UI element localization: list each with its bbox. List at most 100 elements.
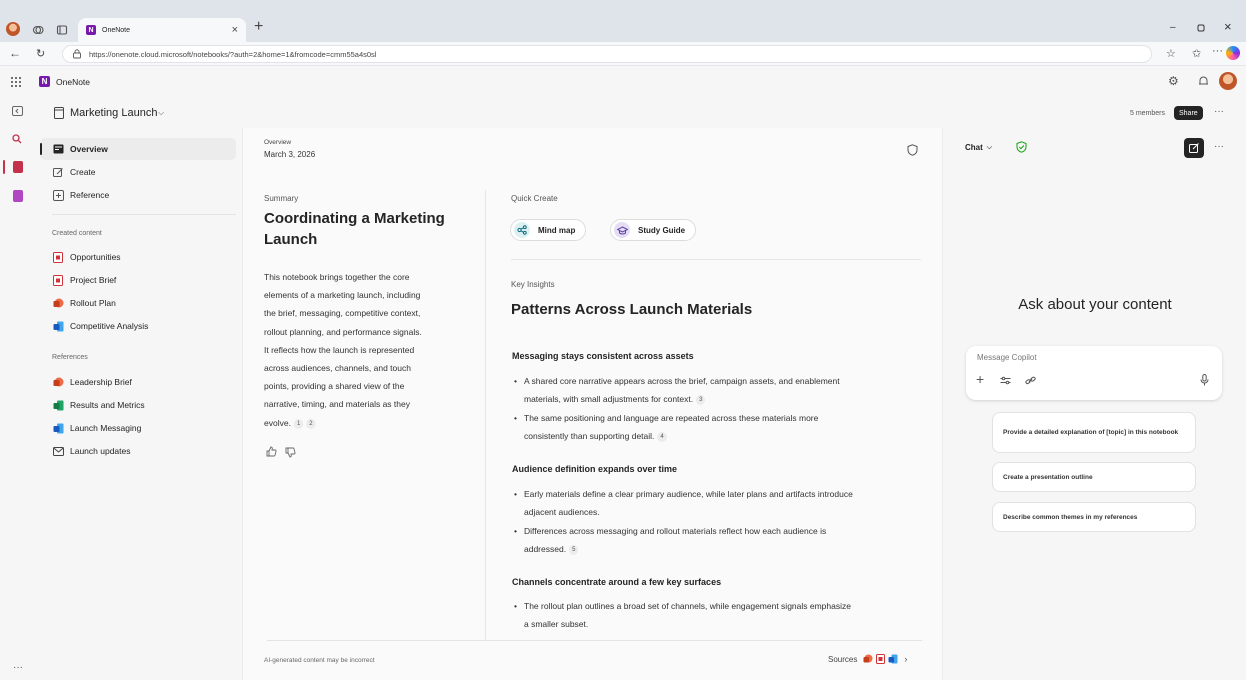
mind-map-label: Mind map — [538, 225, 576, 235]
workspaces-icon[interactable] — [32, 24, 44, 36]
powerpoint-file-icon — [52, 297, 64, 309]
reference-item[interactable]: Results and Metrics — [52, 395, 145, 415]
more-options-icon[interactable]: ··· — [1214, 106, 1224, 117]
nav-overview[interactable]: Overview — [52, 139, 108, 159]
nav-label: Results and Metrics — [70, 400, 145, 410]
insight-heading: Channels concentrate around a few key su… — [512, 577, 722, 587]
notebook-pink-icon[interactable] — [13, 161, 23, 173]
browser-tab-onenote[interactable]: N OneNote × — [78, 18, 246, 42]
profile-avatar-icon[interactable] — [6, 22, 20, 36]
restore-icon[interactable] — [1196, 23, 1206, 33]
site-info-icon[interactable] — [72, 49, 82, 59]
bullet-line: A shared core narrative appears across t… — [524, 376, 840, 386]
suggestion-button[interactable]: Describe common themes in my references — [992, 502, 1196, 532]
nav-create[interactable]: Create — [52, 162, 96, 182]
summary-line: elements of a marketing launch, includin… — [264, 290, 421, 301]
mind-map-icon — [514, 222, 530, 238]
summary-line: narrative, timing, and materials as they — [264, 399, 410, 410]
compose-icon — [1189, 143, 1199, 153]
shield-icon[interactable] — [907, 144, 918, 156]
settings-icon[interactable]: ⚙ — [1168, 74, 1179, 88]
thumbs-up-icon[interactable] — [266, 446, 277, 457]
bullet-line: addressed. 5 — [524, 540, 919, 558]
nav-label: Project Brief — [70, 275, 117, 285]
more-rail-icon[interactable]: ··· — [13, 662, 23, 673]
summary-line: the brief, messaging, competitive contex… — [264, 308, 421, 319]
tab-actions-icon[interactable] — [56, 24, 68, 36]
suggestion-button[interactable]: Provide a detailed explanation of [topic… — [992, 412, 1196, 453]
url-field[interactable]: https://onenote.cloud.microsoft/notebook… — [62, 45, 1152, 63]
citation-badge[interactable]: 3 — [696, 395, 706, 405]
overview-page: Overview March 3, 2026 Summary Coordinat… — [242, 128, 943, 680]
notifications-icon[interactable] — [1198, 75, 1209, 87]
nav-label: Launch Messaging — [70, 423, 142, 433]
new-chat-button[interactable] — [1184, 138, 1204, 158]
bullet-line-text: materials, with small adjustments for co… — [524, 394, 694, 404]
chevron-down-icon: ⌵ — [986, 143, 993, 151]
close-tab-icon[interactable]: × — [232, 24, 238, 36]
study-guide-button[interactable]: Study Guide — [610, 219, 697, 241]
sources-button[interactable]: Sources › — [828, 654, 907, 664]
nav-label: Opportunities — [70, 252, 121, 262]
sliders-icon[interactable] — [1000, 376, 1011, 385]
minimize-icon[interactable]: – — [1170, 22, 1176, 33]
ask-title: Ask about your content — [1018, 296, 1172, 313]
citation-badge[interactable]: 1 — [293, 418, 304, 429]
nav-label: Overview — [70, 144, 108, 154]
collapse-pane-icon[interactable] — [12, 106, 23, 116]
chat-mode-dropdown[interactable]: Chat ⌵ — [965, 143, 992, 152]
chat-label: Chat — [965, 143, 983, 152]
summary-line: This notebook brings together the core — [264, 272, 410, 282]
created-item[interactable]: Rollout Plan — [52, 293, 116, 313]
add-icon[interactable]: + — [976, 371, 984, 387]
summary-line: evolve. 1 2 — [264, 414, 474, 432]
reference-item[interactable]: Launch Messaging — [52, 418, 141, 438]
close-window-icon[interactable]: × — [1224, 19, 1232, 34]
account-avatar[interactable] — [1219, 72, 1237, 90]
insights-label: Key Insights — [511, 280, 555, 289]
created-item[interactable]: Opportunities — [52, 247, 121, 267]
favorite-add-icon[interactable]: ☆ — [1166, 47, 1176, 60]
app-launcher-icon[interactable] — [10, 76, 22, 88]
favorites-icon[interactable]: ✩ — [1192, 47, 1201, 60]
created-content-heading: Created content — [52, 230, 102, 237]
back-icon[interactable]: ← — [9, 46, 21, 60]
thumbs-down-icon[interactable] — [285, 447, 296, 458]
chat-more-icon[interactable]: ··· — [1214, 141, 1224, 152]
powerpoint-file-icon — [52, 376, 64, 388]
refresh-icon[interactable]: ↻ — [36, 47, 45, 60]
ai-disclaimer: AI-generated content may be incorrect — [264, 657, 375, 664]
mail-icon — [52, 445, 64, 457]
citation-badge[interactable]: 5 — [569, 545, 579, 555]
mind-map-button[interactable]: Mind map — [510, 219, 587, 241]
reference-item[interactable]: Launch updates — [52, 441, 131, 461]
notebook-chevron-down-icon[interactable]: ⌵ — [158, 108, 164, 118]
created-item[interactable]: Project Brief — [52, 270, 116, 290]
microphone-icon[interactable] — [1200, 374, 1209, 386]
link-icon[interactable] — [1025, 376, 1036, 385]
copilot-message-box[interactable]: Message Copilot + — [966, 346, 1222, 400]
citation-badge[interactable]: 4 — [657, 432, 667, 442]
summary-line: points, providing a shared view of the — [264, 381, 405, 392]
quick-create-divider — [511, 259, 921, 260]
summary-line: It reflects how the launch is represente… — [264, 344, 415, 355]
chat-panel: Chat ⌵ ··· Ask about your content Messag… — [944, 128, 1246, 680]
app-name: OneNote — [56, 77, 91, 87]
more-browser-icon[interactable]: ··· — [1212, 45, 1223, 57]
new-tab-icon[interactable]: + — [254, 18, 263, 36]
share-button[interactable]: Share — [1174, 106, 1203, 120]
bullet-line: a smaller subset. — [524, 619, 589, 629]
nav-reference[interactable]: Reference — [52, 185, 109, 205]
members-count[interactable]: 5 members — [1130, 110, 1165, 117]
suggestion-button[interactable]: Create a presentation outline — [992, 462, 1196, 492]
notebook-title[interactable]: Marketing Launch — [70, 107, 157, 119]
citation-badge[interactable]: 2 — [306, 418, 316, 429]
search-icon[interactable] — [12, 134, 22, 144]
quick-create-label: Quick Create — [511, 194, 558, 203]
page-label: Overview — [264, 139, 292, 146]
reference-item[interactable]: Leadership Brief — [52, 372, 132, 392]
copilot-icon[interactable] — [1226, 46, 1240, 60]
created-item[interactable]: Competitive Analysis — [52, 316, 148, 336]
notebook-navigation: Overview Create Reference Created conten… — [36, 128, 242, 680]
notebook-purple-icon[interactable] — [13, 190, 23, 202]
